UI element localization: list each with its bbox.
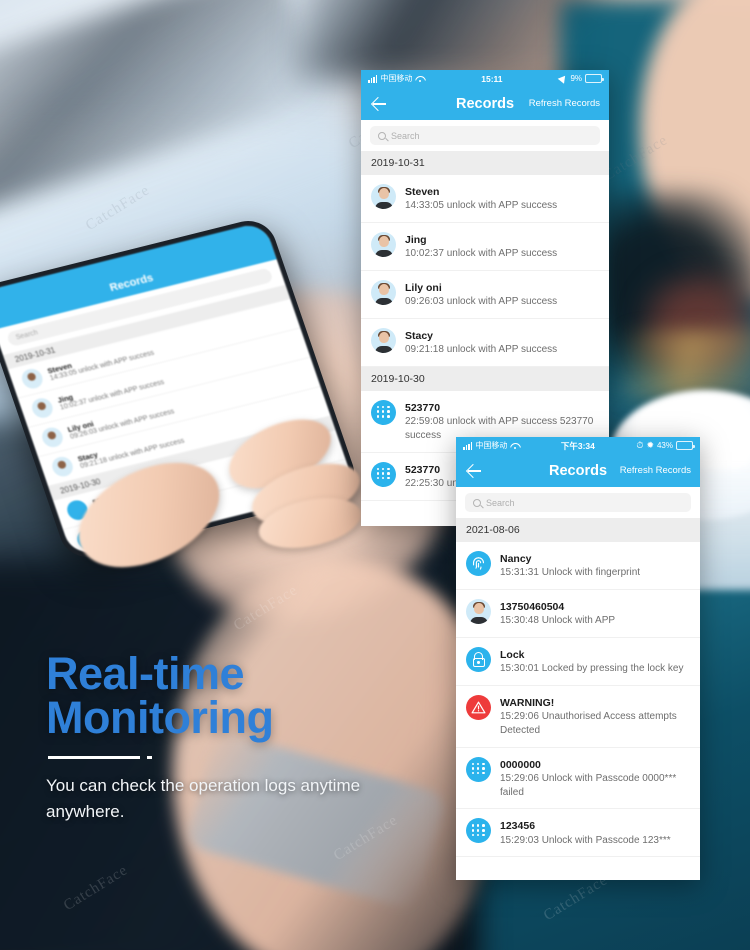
signal-bars-icon [463, 441, 473, 450]
divider [48, 756, 426, 760]
search-icon [473, 498, 481, 507]
fingerprint-icon [466, 551, 491, 576]
refresh-records-button[interactable]: Refresh Records [620, 465, 691, 476]
record-name: 523770 [405, 401, 441, 414]
date-section-header: 2019-10-30 [361, 366, 609, 391]
subtext: You can check the operation logs anytime… [46, 776, 361, 821]
record-detail: 10:02:37 unlock with APP success [405, 248, 558, 260]
record-detail: 15:30:01 Locked by pressing the lock key [500, 663, 684, 675]
table-row[interactable]: Jing 10:02:37 unlock with APP success [361, 222, 609, 271]
navigation-bar: Records Refresh Records [361, 87, 609, 120]
battery-percent-label: 9% [570, 74, 582, 83]
warning-icon [466, 694, 491, 720]
record-name: Lock [500, 648, 525, 661]
date-section-header: 2019-10-31 [361, 151, 609, 175]
bluetooth-icon: ✹ [646, 440, 654, 450]
status-bar-left: 中国移动 [368, 73, 424, 84]
record-name: Stacy [405, 329, 434, 342]
location-arrow-icon [558, 73, 569, 84]
marketing-copy: Real-time Monitoring You can check the o… [46, 651, 426, 824]
table-row[interactable]: 0000000 15:29:06 Unlock with Passcode 00… [456, 747, 700, 810]
table-row[interactable]: Steven 14:33:05 unlock with APP success [361, 175, 609, 223]
search-input[interactable]: Search [370, 126, 600, 145]
table-row[interactable]: WARNING! 15:29:06 Unauthorised Access at… [456, 685, 700, 748]
date-section-header: 2021-08-06 [456, 518, 700, 542]
search-icon [378, 131, 386, 140]
avatar-icon [19, 366, 46, 391]
record-name: 13750460504 [500, 600, 565, 613]
record-detail: 09:26:03 unlock with APP success [405, 296, 558, 308]
battery-icon [585, 74, 604, 83]
search-bar-container: Search [361, 120, 609, 151]
record-name: Lily oni [405, 281, 442, 294]
search-placeholder: Search [486, 497, 515, 508]
avatar-icon [371, 327, 396, 353]
wifi-icon [510, 442, 519, 450]
battery-icon [676, 441, 695, 450]
avatar-icon [29, 396, 56, 420]
avatar-icon [49, 454, 76, 479]
record-detail: 15:31:31 Unlock with fingerprint [500, 567, 641, 579]
record-name: Jing [405, 233, 427, 246]
app-screenshot-records-2: 中国移动 下午3:34 ⏱ ✹ 43% Records Refresh Reco… [456, 437, 700, 880]
headline-line-2: Monitoring [46, 691, 274, 743]
avatar-icon [39, 425, 66, 450]
keypad-icon [466, 818, 491, 844]
record-detail: 15:29:06 Unlock with Passcode 0000*** fa… [500, 772, 677, 798]
headline: Real-time Monitoring [46, 651, 426, 740]
table-row[interactable]: Lily oni 09:26:03 unlock with APP succes… [361, 270, 609, 319]
avatar-icon [371, 279, 396, 305]
record-name: WARNING! [500, 696, 555, 709]
status-bar-right: ⏱ ✹ 43% [636, 440, 695, 450]
table-row[interactable]: Stacy 09:21:18 unlock with APP success [361, 318, 609, 367]
status-bar: 中国移动 15:11 9% [361, 70, 609, 87]
table-row[interactable]: 123456 15:29:03 Unlock with Passcode 123… [456, 809, 700, 858]
search-bar-container: Search [456, 487, 700, 518]
wifi-icon [415, 75, 424, 83]
record-detail: 15:29:06 Unauthorised Access attempts De… [500, 711, 677, 736]
status-bar-time: 15:11 [481, 73, 503, 84]
table-row[interactable]: Nancy 15:31:31 Unlock with fingerprint [456, 542, 700, 590]
phone-in-hand-nav-title: Records [108, 272, 155, 295]
record-detail: 15:30:48 Unlock with APP [500, 615, 616, 627]
record-name: 123456 [500, 820, 536, 833]
back-arrow-icon[interactable] [370, 95, 387, 112]
back-arrow-icon[interactable] [465, 462, 482, 479]
status-bar-right: 9% [558, 73, 604, 84]
keypad-icon [371, 399, 396, 425]
keypad-icon [371, 461, 396, 487]
bg-dark-top-right [300, 0, 600, 80]
divider-line [48, 756, 140, 760]
table-row[interactable]: Lock 15:30:01 Locked by pressing the loc… [456, 637, 700, 686]
status-bar-left: 中国移动 [463, 440, 519, 451]
avatar-icon [466, 598, 491, 624]
keypad-icon [466, 756, 491, 782]
record-name: Nancy [500, 553, 532, 565]
record-detail: 15:29:03 Unlock with Passcode 123*** [500, 834, 671, 846]
search-input[interactable]: Search [465, 493, 691, 512]
lock-icon [466, 646, 491, 672]
divider-dot [147, 756, 152, 760]
avatar-icon [371, 231, 396, 257]
phone-in-hand-search-placeholder: Search [15, 329, 39, 342]
record-name: Steven [405, 186, 440, 198]
bg-gold-object [620, 330, 750, 400]
search-placeholder: Search [391, 130, 420, 141]
record-name: 0000000 [500, 758, 541, 771]
avatar-icon [371, 184, 396, 209]
navigation-bar: Records Refresh Records [456, 454, 700, 487]
status-bar-time: 下午3:34 [560, 440, 595, 451]
table-row[interactable]: 13750460504 15:30:48 Unlock with APP [456, 589, 700, 638]
signal-bars-icon [368, 74, 378, 83]
keypad-icon [74, 527, 101, 552]
record-detail: 14:33:05 unlock with APP success [405, 200, 558, 212]
carrier-label: 中国移动 [475, 441, 508, 450]
refresh-records-button[interactable]: Refresh Records [529, 98, 600, 109]
alarm-icon: ⏱ [636, 440, 644, 450]
status-bar: 中国移动 下午3:34 ⏱ ✹ 43% [456, 437, 700, 454]
carrier-label: 中国移动 [380, 74, 413, 83]
record-detail: 09:21:18 unlock with APP success [405, 344, 558, 356]
keypad-icon [64, 498, 91, 523]
battery-percent-label: 43% [656, 441, 673, 450]
